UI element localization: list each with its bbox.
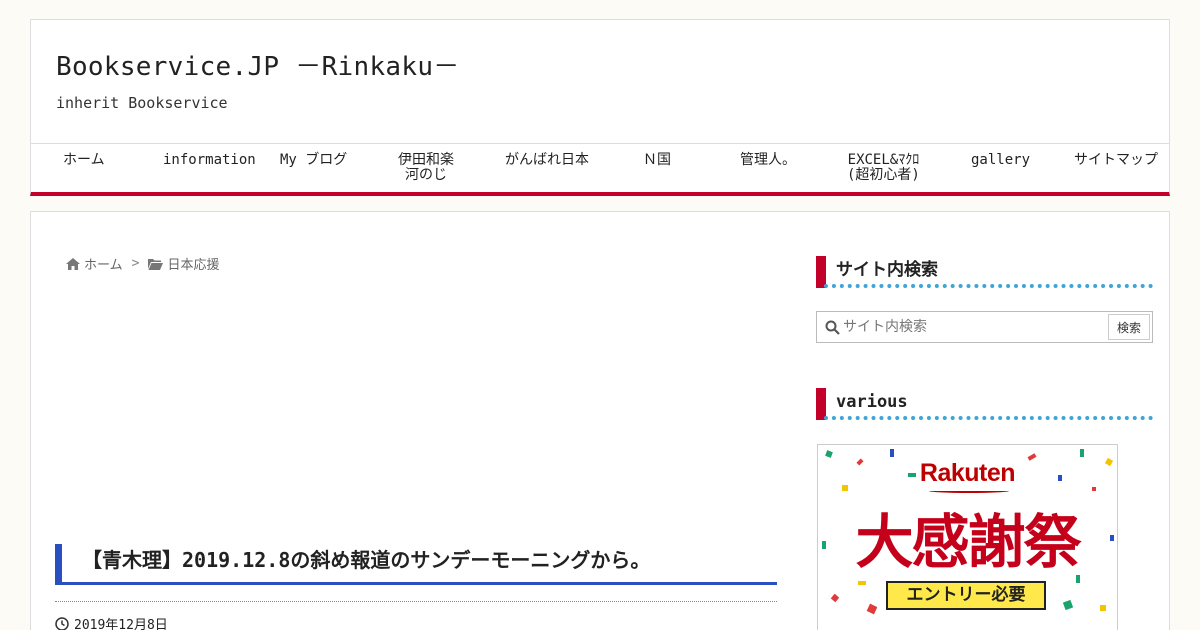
sidebar: サイト内検索 検索 various Rakuten 大感謝祭 エントリー必要 [801, 211, 1170, 630]
confetti [858, 581, 866, 585]
home-icon [66, 257, 80, 270]
chevron-right-icon: > [131, 256, 140, 271]
various-widget-title: various [816, 388, 1153, 420]
banner-entry-label: エントリー必要 [886, 581, 1046, 610]
nav-item-information[interactable]: information [163, 153, 256, 168]
rakuten-banner[interactable]: Rakuten 大感謝祭 エントリー必要 [817, 444, 1118, 630]
nav-item-ganbare-nippon[interactable]: がんばれ日本 [505, 153, 589, 168]
rakuten-logo: Rakuten [919, 459, 1016, 487]
confetti [825, 450, 833, 458]
confetti [866, 603, 878, 615]
search-widget-title: サイト内検索 [816, 256, 1153, 288]
rakuten-logo-swoosh [929, 489, 1009, 493]
site-title[interactable]: Bookservice.JP －Rinkaku－ [56, 46, 460, 83]
confetti [1062, 599, 1074, 611]
banner-headline: 大感謝祭 [855, 508, 1081, 576]
folder-icon [148, 258, 164, 270]
post-date-text: 2019年12月8日 [74, 618, 168, 630]
breadcrumb-category[interactable]: 日本応援 [167, 254, 219, 273]
search-button[interactable]: 検索 [1108, 314, 1150, 340]
nav-item-admin[interactable]: 管理人。 [740, 153, 796, 168]
confetti [830, 593, 840, 603]
search-form: 検索 [816, 311, 1153, 343]
post-date: 2019年12月8日 [55, 614, 168, 630]
site-tagline: inherit Bookservice [56, 94, 228, 112]
nav-item-gallery[interactable]: gallery [971, 153, 1030, 168]
breadcrumb-home[interactable]: ホーム [84, 254, 123, 273]
breadcrumb: ホーム > 日本応援 [66, 254, 219, 273]
clock-icon [55, 616, 69, 630]
nav-item-idawaraku[interactable]: 伊田和楽 河のじ [398, 153, 454, 183]
nav-item-my-blog[interactable]: My ブログ [280, 153, 347, 168]
global-nav: ホーム information My ブログ 伊田和楽 河のじ がんばれ日本 Ｎ… [30, 143, 1170, 196]
confetti [890, 449, 894, 457]
site-header: Bookservice.JP －Rinkaku－ inherit Bookser… [30, 19, 1170, 143]
nav-item-excel-macro[interactable]: EXCEL&ﾏｸﾛ (超初心者) [847, 153, 920, 183]
nav-item-n-koku[interactable]: Ｎ国 [643, 153, 671, 168]
article-title: 【青木理】2019.12.8の斜め報道のサンデーモーニングから。 [55, 544, 777, 585]
divider [55, 601, 777, 602]
confetti [1100, 605, 1106, 611]
main-content: ホーム > 日本応援 【青木理】2019.12.8の斜め報道のサンデーモーニング… [30, 211, 802, 630]
search-input[interactable] [843, 312, 1103, 342]
nav-item-home[interactable]: ホーム [63, 153, 105, 168]
search-icon [825, 320, 840, 335]
confetti [1080, 449, 1084, 457]
nav-item-sitemap[interactable]: サイトマップ [1074, 153, 1158, 168]
